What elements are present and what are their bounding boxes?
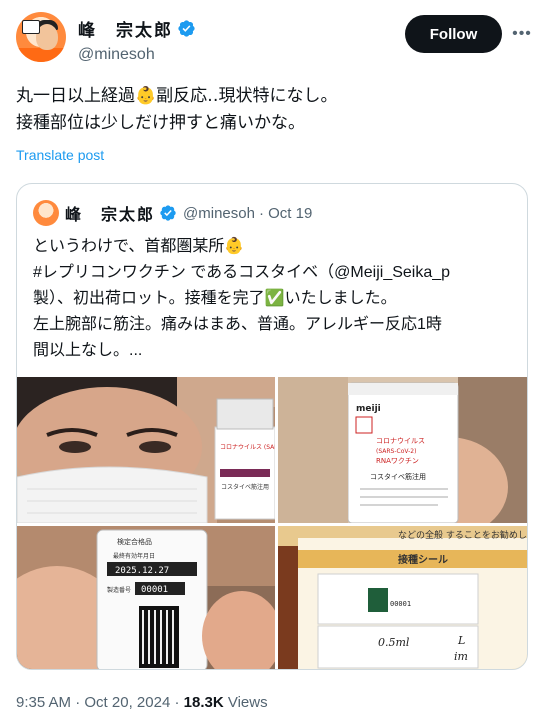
views-label: Views xyxy=(223,694,268,711)
vial-label-2: コスタイベ筋注用 xyxy=(221,483,269,491)
post-text: 丸一日以上経過👶副反応‥現状特になし。 接種部位は少しだけ押すと痛いかな。 xyxy=(16,82,527,136)
views-count: 18.3K xyxy=(183,694,224,711)
quoted-text-line: #レプリコンワクチン であるコスタイベ（@Meiji_Seika_p xyxy=(33,264,451,281)
quoted-author-display-name: 峰 宗太郎 xyxy=(65,207,156,224)
sticker-handwriting: 0.5ml xyxy=(378,636,410,649)
quoted-post-card[interactable]: 峰 宗太郎 @minesoh · Oct 19 というわけで、首都圏某所👶 #レ… xyxy=(16,183,528,670)
author-handle[interactable]: @minesoh xyxy=(78,46,196,64)
svg-text:コスタイベ筋注用: コスタイベ筋注用 xyxy=(370,472,426,481)
svg-text:製造番号: 製造番号 xyxy=(107,586,131,594)
quoted-text-line: 間以上なし。... xyxy=(33,342,143,359)
expiry-date: 2025.12.27 xyxy=(115,566,169,576)
quoted-text-line: というわけで、首都圏某所👶 xyxy=(33,238,245,255)
author-avatar[interactable] xyxy=(16,12,66,62)
vial-brand: meiji xyxy=(356,404,381,414)
notice-text: などの全般 することをお勧めします。 xyxy=(398,529,528,541)
quoted-post-text: というわけで、首都圏某所👶 #レプリコンワクチン であるコスタイベ（@Meiji… xyxy=(33,234,517,364)
meta-separator: · xyxy=(71,694,85,711)
quoted-post-date: · Oct 19 xyxy=(258,204,313,222)
photo-box-lot-number[interactable]: 検定合格品 最終有効年月日 2025.12.27 製造番号 00001 xyxy=(17,526,275,669)
post-text-line: 丸一日以上経過👶副反応‥現状特になし。 xyxy=(16,86,338,105)
svg-text:(SARS-CoV-2): (SARS-CoV-2) xyxy=(376,448,416,455)
quoted-text-line: 製）、初出荷ロット。接種を完了✅いたしました。 xyxy=(33,290,397,307)
sticker-lot: 00001 xyxy=(390,600,411,608)
svg-text:im: im xyxy=(454,650,468,663)
follow-button[interactable]: Follow xyxy=(405,15,502,53)
author-display-name[interactable]: 峰 宗太郎 xyxy=(78,16,173,41)
svg-text:検定合格品: 検定合格品 xyxy=(117,537,152,546)
post-time[interactable]: 9:35 AM xyxy=(16,694,71,711)
quoted-text-line: 左上腕部に筋注。痛みはまあ、普通。アレルギー反応1時 xyxy=(33,316,442,333)
post-header: 峰 宗太郎 @minesoh Follow ••• xyxy=(16,12,531,64)
more-options-icon[interactable]: ••• xyxy=(512,24,532,44)
author-names: 峰 宗太郎 @minesoh xyxy=(78,16,196,64)
photo-vial-closeup[interactable]: meiji コロナウイルス (SARS-CoV-2) RNAワクチン コスタイベ… xyxy=(278,377,527,523)
meta-separator: · xyxy=(170,694,184,711)
translate-post-link[interactable]: Translate post xyxy=(16,147,104,163)
svg-text:RNAワクチン: RNAワクチン xyxy=(376,457,419,465)
post-text-line: 接種部位は少しだけ押すと痛いかな。 xyxy=(16,113,305,132)
svg-text:コロナウイルス: コロナウイルス xyxy=(376,437,425,445)
vial-label-1: コロナウイルス (SARS-CoV-2) RNAワクチン xyxy=(220,443,275,451)
lot-number: 00001 xyxy=(141,585,168,595)
verified-badge-icon xyxy=(160,205,176,221)
quoted-post-header: 峰 宗太郎 @minesoh · Oct 19 xyxy=(33,200,312,226)
photo-selfie-with-vial[interactable]: コロナウイルス (SARS-CoV-2) RNAワクチン コスタイベ筋注用 xyxy=(17,377,275,523)
svg-text:L: L xyxy=(457,634,465,647)
photo-grid: コロナウイルス (SARS-CoV-2) RNAワクチン コスタイベ筋注用 me… xyxy=(17,377,528,669)
quoted-author-handle: @minesoh xyxy=(183,204,255,222)
photo-vaccination-sticker[interactable]: などの全般 することをお勧めします。 接種シール 00001 0.5ml L i… xyxy=(278,526,528,669)
post-date[interactable]: Oct 20, 2024 xyxy=(84,694,170,711)
author-display-name-row[interactable]: 峰 宗太郎 xyxy=(78,16,196,41)
svg-text:最終有効年月日: 最終有効年月日 xyxy=(113,552,155,560)
post-meta-footer: 9:35 AM · Oct 20, 2024 · 18.3K Views xyxy=(16,694,268,711)
sticker-title: 接種シール xyxy=(398,553,448,566)
verified-badge-icon xyxy=(178,20,195,37)
quoted-author-avatar xyxy=(33,200,59,226)
